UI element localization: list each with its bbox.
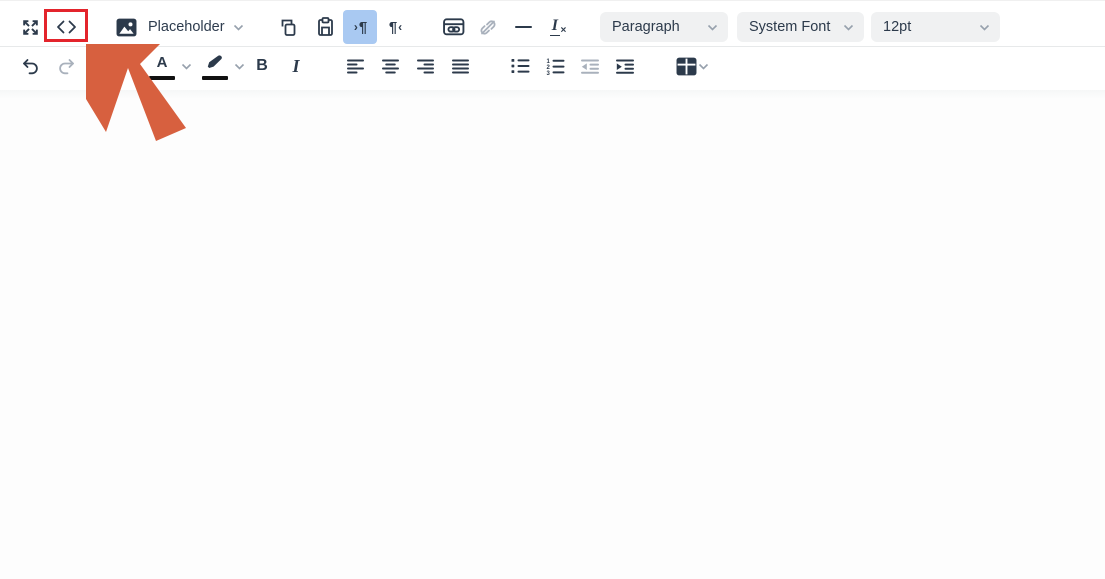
indent-icon	[616, 59, 635, 74]
bold-button[interactable]: B	[245, 49, 279, 83]
redo-button	[50, 49, 84, 83]
insert-link-card-button[interactable]	[437, 10, 471, 44]
editor-toolbar: Placeholder ›¶ ¶‹	[0, 0, 1105, 91]
align-right-button[interactable]	[409, 49, 443, 83]
clear-formatting-icon: I ×	[550, 18, 567, 36]
text-color-swatch	[149, 76, 175, 81]
align-right-icon	[417, 59, 435, 74]
circle-button	[86, 49, 120, 83]
paragraph-style-dropdown[interactable]: Paragraph	[600, 12, 728, 42]
outdent-button	[573, 49, 607, 83]
link-card-icon	[443, 18, 465, 36]
circle-icon	[90, 53, 116, 79]
copy-button[interactable]	[271, 10, 305, 44]
left-to-right-button[interactable]: ›¶	[343, 10, 377, 44]
chevron-down-icon	[233, 24, 244, 31]
italic-icon: I	[292, 57, 299, 75]
horizontal-rule-icon	[515, 26, 532, 28]
source-code-button[interactable]	[49, 10, 83, 44]
paste-button[interactable]	[308, 10, 342, 44]
undo-icon	[20, 58, 40, 75]
horizontal-rule-button[interactable]	[506, 10, 540, 44]
source-code-icon	[55, 19, 78, 35]
placeholder-dropdown-button[interactable]: Placeholder	[144, 10, 254, 44]
font-family-value: System Font	[749, 19, 830, 35]
table-icon	[676, 57, 697, 76]
undo-button[interactable]	[13, 49, 47, 83]
highlight-color-button[interactable]	[198, 49, 232, 83]
svg-text:3: 3	[546, 71, 550, 75]
highlight-color-swatch	[202, 76, 228, 81]
image-icon	[116, 18, 137, 37]
paste-icon	[316, 17, 335, 37]
rtl-icon: ¶‹	[389, 20, 403, 35]
align-left-icon	[347, 59, 365, 74]
font-size-value: 12pt	[883, 19, 911, 35]
chevron-down-icon	[181, 63, 192, 70]
highlighter-pen-icon	[205, 55, 225, 70]
font-size-dropdown[interactable]: 12pt	[871, 12, 1000, 42]
numbered-list-button[interactable]: 1 2 3	[538, 49, 572, 83]
justify-icon	[452, 59, 470, 74]
placeholder-dropdown-label: Placeholder	[148, 19, 225, 35]
fullscreen-icon	[21, 18, 40, 37]
chevron-down-icon	[234, 63, 245, 70]
font-family-dropdown[interactable]: System Font	[737, 12, 864, 42]
align-center-button[interactable]	[374, 49, 408, 83]
ltr-icon: ›¶	[353, 20, 367, 35]
editor-content-area[interactable]	[0, 90, 1105, 579]
outdent-icon	[581, 59, 600, 74]
text-color-menu-button[interactable]	[178, 49, 194, 83]
italic-button[interactable]: I	[279, 49, 313, 83]
toolbar-row-divider	[0, 46, 1105, 47]
insert-image-button[interactable]	[109, 10, 143, 44]
align-left-button[interactable]	[339, 49, 373, 83]
copy-icon	[279, 18, 297, 37]
table-menu-button[interactable]	[695, 49, 711, 83]
text-color-icon: A	[157, 55, 168, 70]
bold-icon: B	[256, 58, 268, 74]
rich-text-editor: Placeholder ›¶ ¶‹	[0, 0, 1105, 579]
clear-formatting-button[interactable]: I ×	[541, 10, 575, 44]
justify-button[interactable]	[444, 49, 478, 83]
text-color-button[interactable]: A	[145, 49, 179, 83]
bullet-list-button[interactable]	[503, 49, 537, 83]
indent-button[interactable]	[608, 49, 642, 83]
chevron-down-icon	[698, 63, 709, 70]
align-center-icon	[382, 59, 400, 74]
chevron-down-icon	[707, 24, 718, 31]
unlink-icon	[478, 19, 498, 36]
fullscreen-button[interactable]	[13, 10, 47, 44]
bullet-list-icon	[511, 58, 530, 74]
paragraph-style-value: Paragraph	[612, 19, 680, 35]
redo-icon	[57, 58, 77, 75]
chevron-down-icon	[843, 24, 854, 31]
numbered-list-icon: 1 2 3	[546, 58, 565, 75]
unlink-button	[471, 10, 505, 44]
chevron-down-icon	[979, 24, 990, 31]
right-to-left-button[interactable]: ¶‹	[379, 10, 413, 44]
